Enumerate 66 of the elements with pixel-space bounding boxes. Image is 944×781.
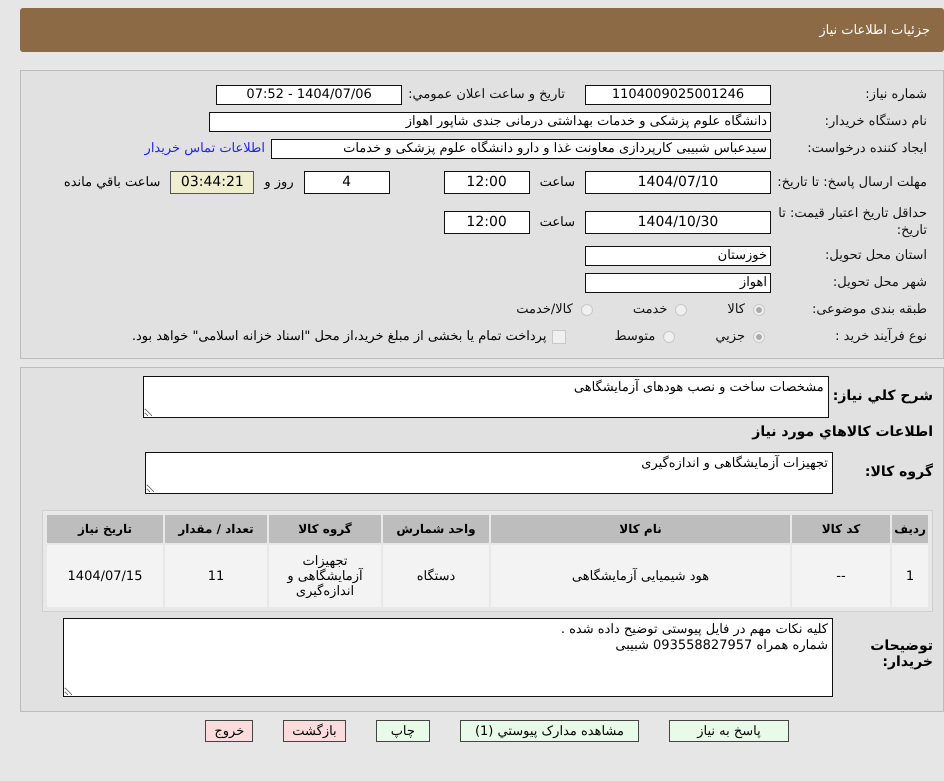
table-cell: -- bbox=[792, 545, 890, 607]
days-label: روز و bbox=[262, 174, 295, 190]
radio-button[interactable] bbox=[753, 330, 765, 342]
field-label: توضیحات خریدار: bbox=[869, 637, 933, 670]
option-label: کالا bbox=[727, 302, 745, 317]
input-field[interactable]: 12:00 bbox=[444, 210, 530, 234]
checkbox[interactable] bbox=[552, 330, 566, 344]
action-button[interactable]: مشاهده مدارک پیوستي (1) bbox=[460, 720, 639, 742]
field-label: استان محل تحویل: bbox=[824, 247, 927, 264]
column-header: تاریخ نیاز bbox=[47, 515, 163, 543]
radio-button[interactable] bbox=[580, 304, 593, 316]
table-cell: تجهیزات آزمایشگاهی و اندازه‌گیری bbox=[269, 545, 381, 607]
option-label: خدمت bbox=[632, 302, 668, 317]
input-field[interactable]: 12:00 bbox=[444, 170, 530, 194]
field-label: مهلت ارسال پاسخ: تا تاریخ: bbox=[777, 174, 927, 190]
column-header: نام کالا bbox=[491, 515, 790, 543]
field-label: ایجاد کننده درخواست: bbox=[806, 140, 927, 157]
radio-button[interactable] bbox=[675, 304, 688, 316]
input-field[interactable]: اهواز bbox=[585, 272, 771, 292]
input-field[interactable]: خوزستان bbox=[585, 246, 771, 266]
field-label: تاریخ و ساعت اعلان عمومي: bbox=[408, 86, 565, 103]
table-cell: 11 bbox=[165, 545, 267, 607]
action-button[interactable]: پاسخ به نیاز bbox=[669, 720, 789, 742]
contact-link[interactable]: اطلاعات تماس خریدار bbox=[144, 141, 265, 156]
time-label: ساعت bbox=[538, 214, 576, 230]
page-title: جزئیات اطلاعات نیاز bbox=[819, 22, 930, 38]
text-area[interactable]: کلیه نکات مهم در فایل پیوستی توضیح داده شده . شماره همراه 093558827957 شبیبی bbox=[63, 618, 833, 697]
radio-button[interactable] bbox=[753, 304, 765, 316]
input-field[interactable]: 1404/07/06 - 07:52 bbox=[216, 84, 402, 104]
field-label: گروه کالا: bbox=[864, 462, 933, 480]
field-label: شماره نیاز: bbox=[864, 86, 927, 103]
text-area[interactable]: تجهیزات آزمایشگاهی و اندازه‌گیری bbox=[145, 452, 833, 494]
input-field[interactable]: 1104009025001246 bbox=[585, 84, 771, 104]
input-field[interactable]: 1404/10/30 bbox=[585, 210, 771, 234]
time-label: ساعت bbox=[538, 174, 576, 190]
table-cell: دستگاه bbox=[383, 545, 489, 607]
radio-button[interactable] bbox=[663, 330, 676, 342]
column-header: تعداد / مقدار bbox=[165, 515, 267, 543]
option-label: متوسط bbox=[614, 329, 656, 344]
section-heading: اطلاعات کالاهاي مورد نیاز bbox=[750, 424, 933, 440]
action-button[interactable]: چاپ bbox=[376, 720, 430, 742]
column-header: گروه کالا bbox=[269, 515, 381, 543]
input-field[interactable]: 1404/07/10 bbox=[585, 170, 771, 194]
input-field[interactable]: سیدعباس شبیبی کارپردازی معاونت غذا و دارو دانشگاه علوم پزشکی و خدمات bbox=[271, 138, 771, 158]
action-button[interactable]: بازگشت bbox=[283, 720, 346, 742]
input-field[interactable]: 4 bbox=[304, 170, 390, 194]
checkbox-label: پرداخت تمام یا بخشی از مبلغ خرید،از محل "اسناد خزانه اسلامی" خواهد بود. bbox=[132, 329, 546, 344]
input-field[interactable]: دانشگاه علوم پزشکی و خدمات بهداشتی درمانی جندی شاپور اهواز bbox=[209, 112, 771, 132]
text-area[interactable]: مشخصات ساخت و نصب هودهای آزمایشگاهی bbox=[142, 376, 829, 418]
column-header: کد کالا bbox=[792, 515, 890, 543]
table-cell: هود شیمیایی آزمایشگاهی bbox=[491, 545, 790, 607]
option-label: جزيي bbox=[715, 329, 745, 344]
field-label: شهر محل تحویل: bbox=[832, 274, 927, 291]
field-label: نام دستگاه خریدار: bbox=[824, 113, 927, 130]
field-label: شرح کلي نیاز: bbox=[832, 387, 933, 404]
remaining-label: ساعت باقي مانده bbox=[62, 174, 162, 190]
field-label: طبقه بندی موضوعی: bbox=[810, 301, 927, 318]
column-header: واحد شمارش bbox=[383, 515, 489, 543]
field-label: حداقل تاریخ اعتبار قیمت: تا تاریخ: bbox=[777, 205, 927, 239]
field-label: نوع فرآیند خرید : bbox=[834, 328, 927, 345]
table-cell: 1 bbox=[892, 545, 928, 607]
countdown-field: 03:44:21 bbox=[170, 170, 254, 194]
column-header: ردیف bbox=[892, 515, 928, 543]
table-cell: 1404/07/15 bbox=[47, 545, 163, 607]
option-label: کالا/خدمت bbox=[516, 302, 573, 317]
action-button[interactable]: خروج bbox=[205, 720, 254, 742]
